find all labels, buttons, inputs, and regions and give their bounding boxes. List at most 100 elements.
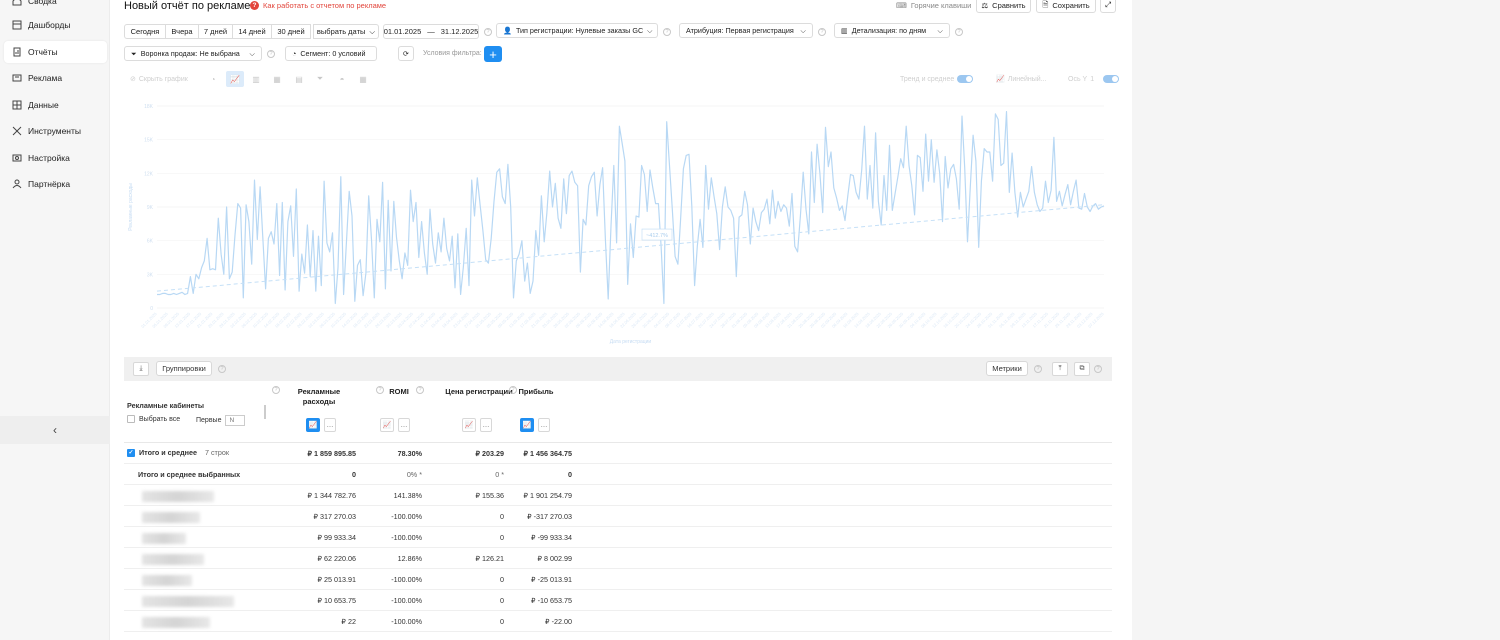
cell-spend: ₽ 25 013.91 [317,575,356,584]
more-menu-spend[interactable]: … [324,418,336,432]
line-chart-icon[interactable]: 📈 [226,71,244,87]
period-yesterday[interactable]: Вчера [165,24,199,39]
line-chart: 0 3K 6K 9K 12K 15K 18K Рекламные расходы Дата ре… [128,104,1105,345]
compare-button[interactable]: ⚖ Сравнить [976,0,1031,13]
sidebar-item-label: Настройка [28,153,70,163]
redacted-account-name [142,512,200,523]
help-icon[interactable]: ? [1094,365,1102,373]
period-14days[interactable]: 14 дней [232,24,272,39]
date-picker-label: выбрать даты [316,27,366,36]
cell-romi: 12.86% [397,554,422,563]
add-condition-button[interactable]: + [484,46,502,62]
cell-reg-price: 0 [500,617,504,626]
period-30days[interactable]: 30 дней [271,24,311,39]
help-icon[interactable]: ? [267,50,275,58]
sidebar-item-1[interactable]: Дашборды [4,14,107,36]
detail-select[interactable]: ▥ Детализация: по дням ⌵ [834,23,950,38]
help-icon[interactable]: ? [955,28,963,36]
grouped-bar-icon[interactable]: ▦ [270,72,284,86]
sidebar-item-0[interactable]: Сводка [4,0,107,12]
help-icon[interactable]: ? [416,386,424,394]
axis-y-value: 1 [1090,75,1095,83]
x-axis-label: Дата регистрации [610,339,652,345]
more-menu-reg[interactable]: … [480,418,492,432]
metrics-button[interactable]: Метрики [986,361,1028,376]
collapse-sidebar-button[interactable]: ‹ [0,416,110,444]
download-icon[interactable]: ⤓ [133,362,149,376]
period-today[interactable]: Сегодня [124,24,166,39]
redacted-account-name [142,554,204,565]
sidebar-item-2[interactable]: Отчёты [4,41,107,63]
chart-toggle-spend[interactable]: 📈 [306,418,320,432]
chart-toggle-profit[interactable]: 📈 [520,418,534,432]
help-icon[interactable]: ? [272,386,280,394]
help-icon[interactable]: ? [484,28,492,36]
gauge-icon[interactable]: ◓ [335,72,349,86]
trend-toggle[interactable]: Тренд и среднее [900,75,974,83]
period-7days[interactable]: 7 дней [198,24,233,39]
user-icon: 👤 [503,26,512,35]
refresh-icon: ⟳ [402,49,410,58]
export-icon[interactable]: ⤒ [1052,362,1068,376]
pie-chart-icon[interactable]: ◔ [206,72,220,86]
axis-y-switch[interactable] [1103,75,1120,83]
more-menu-romi[interactable]: … [398,418,410,432]
reg-type-select[interactable]: 👤 Тип регистрации: Нулевые заказы GC ⌵ [496,23,658,38]
cell-profit: ₽ -22.00 [545,617,572,626]
hotkeys-link[interactable]: ⌨ Горячие клавиши [896,1,971,10]
refresh-button[interactable]: ⟳ [398,46,414,61]
bar-chart-icon[interactable]: ▥ [249,72,263,86]
sidebar-item-7[interactable]: Партнёрка [4,173,107,195]
first-column-header: Рекламные кабинеты [127,401,205,410]
select-all-label: Выбрать все [139,415,181,423]
col-profit[interactable]: Прибыль [516,387,556,397]
funnel-select[interactable]: ⏷ Воронка продаж: Не выбрана ⌵ [124,46,262,61]
linear-select[interactable]: 📈 Линейный... [996,75,1047,84]
compare-label: Сравнить [992,0,1026,10]
segment-select[interactable]: ◔ Сегмент: 0 условий [285,46,377,61]
cell-spend: ₽ 10 653.75 [317,596,356,605]
sidebar-item-4[interactable]: Данные [4,94,107,116]
save-button[interactable]: 🗎 Сохранить [1036,0,1096,13]
help-icon[interactable]: ? [218,365,226,373]
groupings-button[interactable]: Группировки [156,361,212,376]
checkbox[interactable] [127,415,135,423]
total-checkbox[interactable]: ✓ [127,448,135,457]
help-icon[interactable]: ? [663,28,671,36]
first-n-input[interactable] [225,415,246,426]
funnel-chart-icon[interactable]: ⏷ [313,72,327,86]
help-icon[interactable]: ? [818,28,826,36]
attribution-select[interactable]: Атрибуция: Первая регистрация ⌵ [679,23,813,38]
howto-link[interactable]: ? Как работать с отчетом по рекламе [250,1,386,10]
column-resize-handle[interactable] [264,405,266,419]
cell-reg-price: 0 [500,575,504,584]
help-icon[interactable]: ? [1034,365,1042,373]
sidebar-item-5[interactable]: Инструменты [4,120,107,142]
chart-toggle-romi[interactable]: 📈 [380,418,394,432]
cell-romi: 141.38% [393,491,422,500]
date-picker-dropdown[interactable]: выбрать даты ⌵ [313,24,379,39]
table-row: ₽ 10 653.75 -100.00% 0 ₽ -10 653.75 [124,590,1112,611]
attribution-label: Атрибуция: Первая регистрация [686,26,794,35]
redacted-account-name [142,596,234,607]
sidebar-item-6[interactable]: Настройка [4,147,107,169]
funnel-label: Воронка продаж: Не выбрана [140,49,240,58]
col-ad-spend[interactable]: Рекламные расходы [284,387,354,407]
cell-romi: -100.00% [391,575,422,584]
cell-profit: ₽ -317 270.03 [527,512,572,521]
select-all-checkbox[interactable]: Выбрать все [127,415,180,423]
copy-icon[interactable]: ⧉ [1074,362,1090,376]
date-range-input[interactable]: 01.01.2025 — 31.12.2025 [383,24,479,39]
more-menu-profit[interactable]: … [538,418,550,432]
axis-y-toggle[interactable]: Ось Y1 [1068,75,1120,83]
fullscreen-button[interactable]: ⤢ [1100,0,1116,13]
stacked-bar-icon[interactable]: ▤ [292,72,306,86]
trend-switch[interactable] [957,75,974,83]
hide-chart-toggle[interactable]: ⊘ Скрыть график [130,75,188,84]
data-icon [12,100,22,110]
sidebar-item-3[interactable]: Реклама [4,67,107,89]
col-reg-price[interactable]: Цена регистрации [444,387,514,397]
grid-icon[interactable]: ▦ [356,72,370,86]
chart-toggle-reg[interactable]: 📈 [462,418,476,432]
partner-icon [12,179,22,189]
